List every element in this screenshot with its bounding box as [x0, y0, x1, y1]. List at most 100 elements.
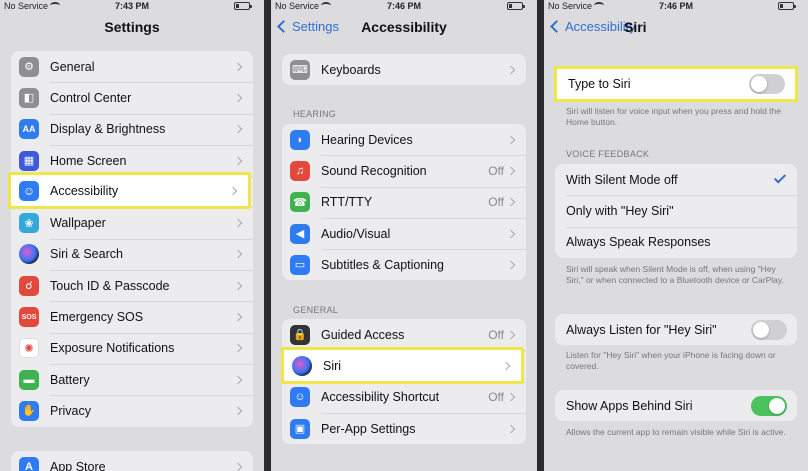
settings-item-accessibility-shortcut[interactable]: ☺ Accessibility Shortcut Off	[282, 381, 526, 413]
settings-item-rtt-tty[interactable]: ☎ RTT/TTY Off	[282, 186, 526, 218]
chevron-right-icon	[233, 344, 243, 353]
settings-item-audio-visual[interactable]: ◀ Audio/Visual	[282, 217, 526, 249]
settings-item-label: General	[50, 59, 95, 74]
type-to-siri-toggle[interactable]	[749, 74, 785, 94]
chevron-right-icon	[506, 166, 516, 176]
back-button[interactable]: Accessibility	[550, 19, 636, 34]
chevron-right-icon	[228, 186, 238, 195]
siri-panel: No Service 7:46 PM Accessibility Siri Ty…	[544, 0, 808, 471]
chevron-right-icon	[506, 392, 516, 402]
status-bar: No Service 7:46 PM	[544, 0, 808, 12]
type-to-siri-row[interactable]: Type to Siri	[554, 66, 798, 102]
toggles-icon: ◧	[19, 87, 39, 108]
type-to-siri-note: Siri will listen for voice input when yo…	[566, 106, 781, 127]
show-apps-toggle[interactable]	[751, 395, 787, 416]
settings-item-display-brightness[interactable]: AA Display & Brightness	[11, 113, 253, 145]
chevron-right-icon	[233, 62, 243, 71]
show-apps-group: Show Apps Behind Siri	[555, 390, 797, 422]
page-title: Siri	[624, 19, 647, 35]
settings-item-label: Hearing Devices	[321, 132, 413, 147]
exposure-icon: ✺	[19, 338, 39, 359]
nav-bar: Accessibility Siri	[544, 14, 808, 42]
voice-option-label: Always Speak Responses	[566, 235, 711, 250]
settings-item-label: Touch ID & Passcode	[50, 278, 170, 293]
settings-list-apps: A App Store	[11, 451, 253, 471]
captions-icon: ▭	[290, 254, 310, 275]
settings-item-siri-search[interactable]: Siri & Search	[11, 238, 253, 270]
status-time: 7:43 PM	[114, 1, 149, 11]
settings-item-label: Subtitles & Captioning	[321, 257, 444, 272]
fingerprint-icon: ☌	[19, 275, 39, 296]
accessibility-icon: ☺	[19, 180, 39, 201]
settings-item-hearing-devices[interactable]: ◗ Hearing Devices	[282, 124, 526, 155]
speaker-icon: ◀	[290, 223, 310, 244]
battery-status-icon	[234, 2, 252, 10]
voice-option-always-speak[interactable]: Always Speak Responses	[555, 226, 797, 258]
settings-item-subtitles-captioning[interactable]: ▭ Subtitles & Captioning	[282, 249, 526, 280]
chevron-right-icon	[506, 197, 516, 207]
chevron-right-icon	[506, 424, 516, 433]
hand-icon: ✋	[19, 400, 39, 421]
battery-icon: ▬	[19, 369, 39, 390]
settings-item-label: App Store	[50, 459, 106, 471]
settings-panel: No Service 7:43 PM Settings ⚙ General ◧ Con…	[0, 0, 264, 471]
tty-icon: ☎	[290, 192, 310, 213]
settings-item-label: Accessibility	[50, 183, 119, 198]
settings-item-battery[interactable]: ▬ Battery	[11, 363, 253, 395]
always-listen-group: Always Listen for "Hey Siri"	[555, 314, 797, 346]
settings-item-guided-access[interactable]: 🔒 Guided Access Off	[282, 319, 526, 350]
settings-item-siri-highlighted[interactable]: Siri	[281, 347, 524, 384]
chevron-right-icon	[506, 65, 516, 74]
settings-item-label: Privacy	[50, 403, 91, 418]
settings-item-exposure-notifications[interactable]: ✺ Exposure Notifications	[11, 332, 253, 364]
settings-item-label: Siri & Search	[50, 247, 123, 262]
chevron-right-icon	[233, 156, 243, 165]
settings-item-per-app-settings[interactable]: ▣ Per-App Settings	[282, 412, 526, 444]
chevron-right-icon	[233, 218, 243, 228]
settings-item-control-center[interactable]: ◧ Control Center	[11, 82, 253, 113]
chevron-right-icon	[233, 250, 243, 259]
settings-item-label: RTT/TTY	[321, 195, 373, 210]
grid-icon: ▦	[19, 150, 39, 171]
chevron-right-icon	[233, 375, 243, 384]
settings-item-emergency-sos[interactable]: SOS Emergency SOS	[11, 301, 253, 332]
settings-item-app-store[interactable]: A App Store	[11, 451, 253, 471]
settings-item-value: Off	[488, 195, 504, 210]
always-listen-label: Always Listen for "Hey Siri"	[566, 322, 717, 337]
voice-feedback-list: With Silent Mode off Only with "Hey Siri…	[555, 164, 797, 258]
settings-item-general[interactable]: ⚙ General	[11, 51, 253, 82]
section-header-voice-feedback: VOICE FEEDBACK	[566, 149, 650, 159]
settings-item-value: Off	[488, 390, 504, 405]
settings-item-privacy[interactable]: ✋ Privacy	[11, 395, 253, 426]
settings-item-sound-recognition[interactable]: ♫ Sound Recognition Off	[282, 155, 526, 186]
settings-item-label: Control Center	[50, 90, 132, 105]
keyboards-list: ⌨ Keyboards	[282, 54, 526, 86]
always-listen-toggle[interactable]	[751, 319, 787, 340]
settings-item-touch-id-passcode[interactable]: ☌ Touch ID & Passcode	[11, 270, 253, 301]
voice-option-silent-mode-off[interactable]: With Silent Mode off	[555, 164, 797, 195]
chevron-right-icon	[233, 124, 243, 134]
show-apps-note: Allows the current app to remain visible…	[566, 427, 786, 437]
status-time: 7:46 PM	[658, 1, 693, 11]
settings-item-accessibility-highlighted[interactable]: ☺ Accessibility	[8, 172, 251, 209]
gear-icon: ⚙	[19, 56, 39, 77]
app-store-icon: A	[19, 456, 39, 471]
voice-option-hey-siri[interactable]: Only with "Hey Siri"	[555, 195, 797, 226]
settings-item-label: Guided Access	[321, 327, 405, 342]
voice-feedback-note: Siri will speak when Silent Mode is off,…	[566, 264, 784, 285]
keyboard-icon: ⌨	[290, 59, 310, 80]
show-apps-row[interactable]: Show Apps Behind Siri	[555, 390, 797, 421]
chevron-right-icon	[506, 260, 516, 270]
always-listen-note: Listen for "Hey Siri" when your iPhone i…	[566, 350, 776, 371]
chevron-right-icon	[233, 281, 243, 290]
always-listen-row[interactable]: Always Listen for "Hey Siri"	[555, 314, 797, 345]
section-header-hearing: HEARING	[293, 109, 337, 119]
settings-item-keyboards[interactable]: ⌨ Keyboards	[282, 54, 526, 85]
settings-item-wallpaper[interactable]: ❀ Wallpaper	[11, 207, 253, 238]
chevron-right-icon	[233, 93, 243, 103]
settings-item-label: Keyboards	[321, 62, 381, 77]
per-app-icon: ▣	[290, 418, 310, 439]
chevron-right-icon	[501, 361, 511, 370]
chevron-right-icon	[506, 330, 516, 339]
nav-bar: Settings Accessibility	[271, 14, 537, 42]
